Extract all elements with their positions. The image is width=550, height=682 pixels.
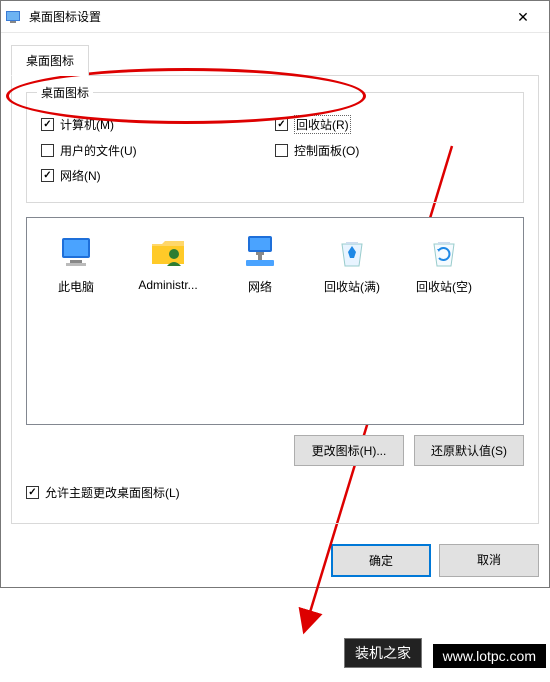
- group-desktop-icons: 桌面图标 计算机(M) 回收站(R) 用户的文件(U): [26, 92, 524, 203]
- group-legend: 桌面图标: [37, 84, 93, 101]
- icon-buttons-row: 更改图标(H)... 还原默认值(S): [26, 435, 524, 466]
- icon-item-thispc[interactable]: 此电脑: [33, 228, 119, 295]
- tabstrip: 桌面图标: [11, 45, 539, 76]
- label-allow-theme: 允许主题更改桌面图标(L): [45, 484, 180, 501]
- titlebar: 桌面图标设置 ✕: [1, 1, 549, 33]
- label-recycle: 回收站(R): [294, 115, 351, 134]
- tab-desktop-icons[interactable]: 桌面图标: [11, 45, 89, 76]
- ok-button[interactable]: 确定: [331, 544, 431, 577]
- folder-user-icon: [148, 232, 188, 272]
- tab-panel: 桌面图标 计算机(M) 回收站(R) 用户的文件(U): [11, 75, 539, 524]
- checkbox-userfiles[interactable]: [41, 144, 54, 157]
- checkbox-network[interactable]: [41, 169, 54, 182]
- close-button[interactable]: ✕: [501, 2, 545, 32]
- checkbox-controlpanel[interactable]: [275, 144, 288, 157]
- overlay-brand: 装机之家: [344, 638, 422, 668]
- restore-default-button[interactable]: 还原默认值(S): [414, 435, 524, 466]
- cancel-button[interactable]: 取消: [439, 544, 539, 577]
- client-area: 桌面图标 桌面图标 计算机(M) 回收站(R): [1, 33, 549, 534]
- app-icon: [5, 9, 21, 25]
- icon-label: Administr...: [125, 278, 211, 292]
- label-controlpanel: 控制面板(O): [294, 142, 359, 159]
- icon-item-network[interactable]: 网络: [217, 228, 303, 295]
- label-computer: 计算机(M): [60, 116, 114, 133]
- label-userfiles: 用户的文件(U): [60, 142, 137, 159]
- dialog-window: 桌面图标设置 ✕ 桌面图标 桌面图标 计算机(M) 回收站(R): [0, 0, 550, 588]
- window-title: 桌面图标设置: [29, 8, 501, 25]
- thispc-icon: [56, 232, 96, 272]
- icon-label: 回收站(满): [309, 278, 395, 295]
- icon-label: 回收站(空): [401, 278, 487, 295]
- recycle-empty-icon: [424, 232, 464, 272]
- label-network: 网络(N): [60, 167, 101, 184]
- checkbox-recycle[interactable]: [275, 118, 288, 131]
- icon-item-recycle-empty[interactable]: 回收站(空): [401, 228, 487, 295]
- checkbox-computer[interactable]: [41, 118, 54, 131]
- icon-item-recycle-full[interactable]: 回收站(满): [309, 228, 395, 295]
- icon-preview-area[interactable]: 此电脑 Administr... 网络: [26, 217, 524, 425]
- overlay-url: www.lotpc.com: [433, 644, 546, 668]
- icon-item-admin[interactable]: Administr...: [125, 228, 211, 295]
- recycle-full-icon: [332, 232, 372, 272]
- change-icon-button[interactable]: 更改图标(H)...: [294, 435, 404, 466]
- dialog-button-row: 确定 取消: [1, 534, 549, 587]
- icon-label: 网络: [217, 278, 303, 295]
- checkbox-allow-theme[interactable]: [26, 486, 39, 499]
- icon-label: 此电脑: [33, 278, 119, 295]
- network-icon: [240, 232, 280, 272]
